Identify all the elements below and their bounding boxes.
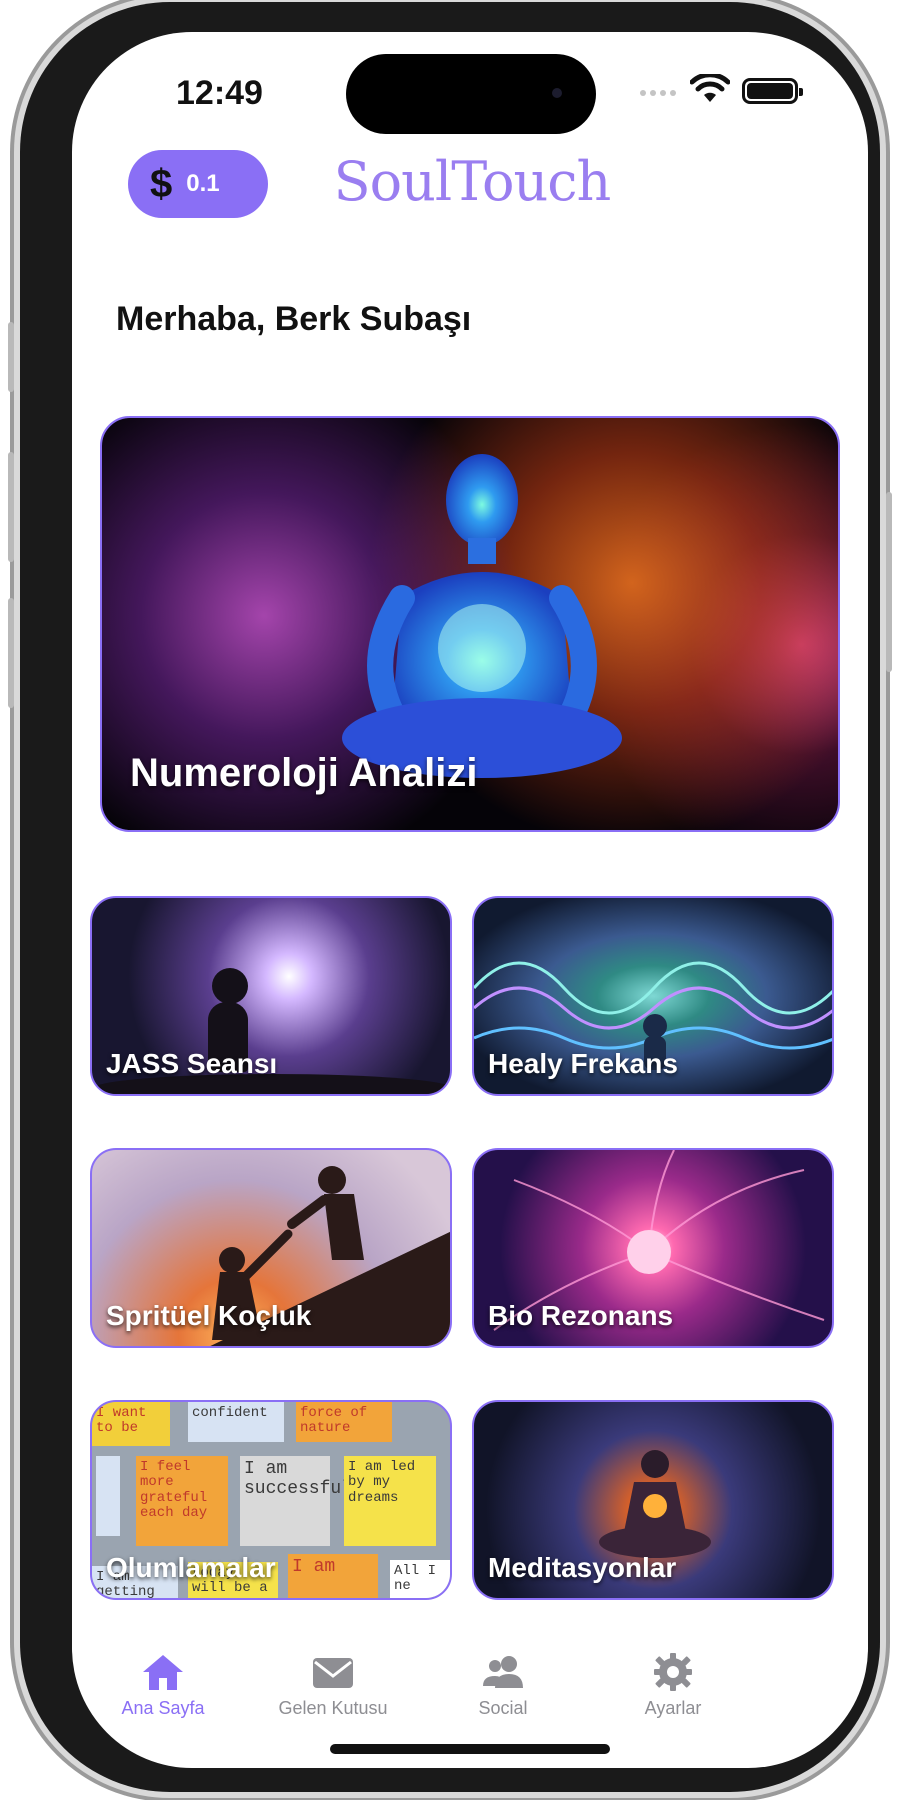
- status-time: 12:49: [176, 74, 263, 112]
- volume-down-button: [8, 598, 14, 708]
- healy-frequency-card[interactable]: Healy Frekans: [472, 896, 834, 1096]
- card-label: Olumlamalar: [106, 1552, 276, 1583]
- screen: 12:49 $ 0.1 SoulTouch Merhaba, Berk Suba…: [72, 32, 868, 1768]
- affirmation-note: All I ne: [390, 1560, 450, 1598]
- camera-dot: [552, 88, 562, 98]
- battery-icon: [742, 78, 803, 104]
- numerology-analysis-card[interactable]: Numeroloji Analizi: [100, 416, 840, 832]
- tab-label: Ayarlar: [644, 1698, 702, 1718]
- card-label: JASS Seansı: [106, 1048, 278, 1079]
- mail-icon: [313, 1658, 353, 1688]
- affirmations-card[interactable]: I want to be confident force of nature I…: [90, 1400, 452, 1600]
- tab-inbox[interactable]: Gelen Kutusu: [248, 1652, 418, 1719]
- greeting-text: Merhaba, Berk Subaşı: [116, 300, 472, 338]
- coin-balance-value: 0.1: [186, 170, 220, 197]
- spiritual-coaching-card[interactable]: Spritüel Koçluk: [90, 1148, 452, 1348]
- cellular-signal-icon: [640, 90, 676, 96]
- volume-up-button: [8, 452, 14, 562]
- coin-balance-button[interactable]: $ 0.1: [128, 150, 268, 218]
- wifi-icon: [690, 74, 730, 102]
- tab-label: Gelen Kutusu: [278, 1698, 388, 1718]
- affirmation-note: confident: [188, 1402, 284, 1442]
- tab-label: Social: [478, 1698, 528, 1718]
- card-label: Bio Rezonans: [488, 1300, 674, 1331]
- power-button: [886, 492, 892, 672]
- meditations-card[interactable]: Meditasyonlar: [472, 1400, 834, 1600]
- tab-settings[interactable]: Ayarlar: [588, 1652, 758, 1719]
- affirmation-note: force of nature: [296, 1402, 392, 1442]
- dynamic-island: [346, 54, 596, 134]
- tab-label: Ana Sayfa: [121, 1698, 205, 1718]
- app-title: SoulTouch: [333, 150, 612, 213]
- mute-switch: [8, 322, 14, 392]
- affirmation-note: I am successful: [240, 1456, 352, 1546]
- affirmation-note: I am: [288, 1554, 378, 1598]
- bio-resonance-card[interactable]: Bio Rezonans: [472, 1148, 834, 1348]
- affirmation-note: I am led by my dreams: [344, 1456, 436, 1546]
- phone-frame: 12:49 $ 0.1 SoulTouch Merhaba, Berk Suba…: [8, 2, 892, 1792]
- home-indicator[interactable]: [330, 1744, 610, 1754]
- tab-social[interactable]: Social: [418, 1652, 588, 1719]
- card-label: Healy Frekans: [488, 1048, 678, 1079]
- jass-session-card[interactable]: JASS Seansı: [90, 896, 452, 1096]
- dollar-icon: $: [150, 162, 173, 206]
- affirmation-note: I feel more grateful each day: [136, 1456, 228, 1546]
- tab-home[interactable]: Ana Sayfa: [78, 1652, 248, 1719]
- affirmation-note: I want to be: [92, 1402, 170, 1446]
- gear-icon: [654, 1653, 692, 1691]
- card-label: Spritüel Koçluk: [106, 1300, 312, 1331]
- tab-bar: Ana Sayfa Gelen Kutusu Social Ayarlar: [72, 1652, 868, 1732]
- home-icon: [143, 1655, 183, 1690]
- card-label: Meditasyonlar: [488, 1552, 677, 1583]
- card-label: Numeroloji Analizi: [130, 751, 478, 795]
- silhouette-image: [212, 968, 248, 1004]
- people-icon: [483, 1656, 523, 1688]
